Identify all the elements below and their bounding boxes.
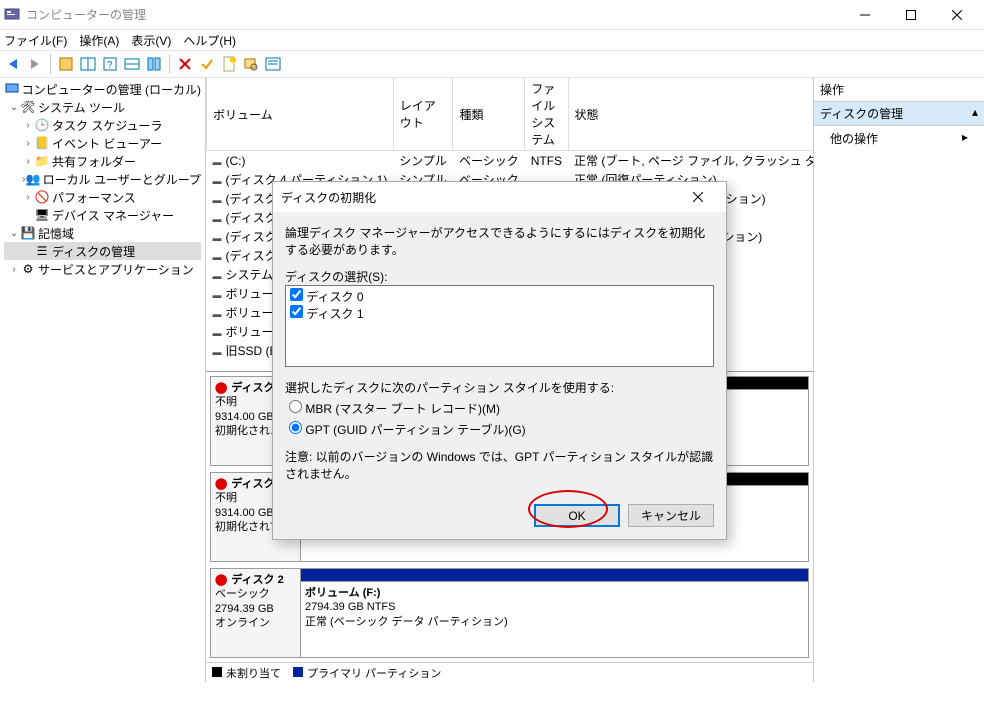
tools-icon: 🛠 [20,99,36,115]
maximize-button[interactable] [888,0,934,30]
menu-action[interactable]: 操作(A) [79,32,119,49]
tree-device[interactable]: デバイス マネージャー [52,207,174,224]
col-fs[interactable]: ファイル システム [525,78,568,151]
radio-gpt[interactable]: GPT (GUID パーティション テーブル)(G) [285,421,714,438]
menu-help[interactable]: ヘルプ(H) [183,32,236,49]
close-button[interactable] [934,0,980,30]
disk-row[interactable]: ⬤ ディスク 2ベーシック2794.39 GBオンラインボリューム (F:)27… [210,568,809,658]
view3-icon[interactable] [145,55,163,73]
actions-more[interactable]: 他の操作 ▸ [814,126,984,151]
actions-header: 操作 [814,78,984,102]
delete-icon[interactable] [176,55,194,73]
legend-primary: プライマリ パーティション [307,668,441,680]
storage-icon: 💾 [20,225,36,241]
col-volume[interactable]: ボリューム [207,78,394,151]
expand-icon[interactable]: › [8,264,20,275]
disk-icon: ☰ [34,243,50,259]
dialog-close-button[interactable] [678,183,718,211]
list-icon[interactable] [264,55,282,73]
check-icon[interactable] [198,55,216,73]
window-titlebar: コンピューターの管理 [0,0,984,30]
view2-icon[interactable] [123,55,141,73]
expand-icon[interactable]: › [22,156,34,167]
users-icon: 👥 [26,171,41,187]
tree-perf[interactable]: パフォーマンス [52,189,136,206]
services-icon: ⚙ [20,261,36,277]
dialog-titlebar[interactable]: ディスクの初期化 [273,182,726,212]
clock-icon: 🕒 [34,117,50,133]
collapse-icon[interactable]: ▴ [972,105,978,122]
expand-icon[interactable]: › [22,192,34,203]
col-status[interactable]: 状態 [568,78,813,151]
expand-icon[interactable]: ⌄ [8,102,20,113]
dialog-note: 注意: 以前のバージョンの Windows では、GPT パーティション スタイ… [285,448,714,482]
perf-icon: 🚫 [34,189,50,205]
partition-style-label: 選択したディスクに次のパーティション スタイルを使用する: [285,379,714,396]
nav-tree[interactable]: コンピューターの管理 (ローカル) ⌄ 🛠 システム ツール › 🕒 タスク ス… [0,78,206,682]
tree-shared[interactable]: 共有フォルダー [52,153,136,170]
properties-icon[interactable] [57,55,75,73]
new-icon[interactable] [220,55,238,73]
actions-group[interactable]: ディスクの管理 ▴ [814,102,984,126]
back-icon[interactable] [4,55,22,73]
event-icon: 📒 [34,135,50,151]
tree-systools[interactable]: システム ツール [38,99,125,116]
expand-icon[interactable]: ⌄ [8,228,20,239]
svg-text:?: ? [107,60,113,71]
volume-row[interactable]: (C:)シンプルベーシックNTFS正常 (ブート, ページ ファイル, クラッシ… [207,151,814,171]
computer-icon [4,81,20,97]
tree-services[interactable]: サービスとアプリケーション [38,261,194,278]
minimize-button[interactable] [842,0,888,30]
radio-mbr[interactable]: MBR (マスター ブート レコード)(M) [285,400,714,417]
refresh-icon[interactable]: ? [101,55,119,73]
actions-pane: 操作 ディスクの管理 ▴ 他の操作 ▸ [814,78,984,682]
tree-storage[interactable]: 記憶域 [38,225,74,242]
disk-checkbox-1[interactable]: ディスク 1 [288,305,711,322]
legend: 未割り当て プライマリ パーティション [206,662,813,682]
tree-diskmgmt[interactable]: ディスクの管理 [52,243,135,260]
col-type[interactable]: 種類 [453,78,525,151]
dialog-title: ディスクの初期化 [281,189,678,206]
disk-select-label: ディスクの選択(S): [285,268,714,285]
disk-select-list[interactable]: ディスク 0 ディスク 1 [285,285,714,367]
tree-event[interactable]: イベント ビューアー [52,135,162,152]
expand-icon[interactable]: › [22,138,34,149]
col-layout[interactable]: レイアウト [393,78,453,151]
app-icon [4,7,20,23]
chevron-right-icon: ▸ [962,130,968,147]
cancel-button[interactable]: キャンセル [628,504,714,527]
menubar: ファイル(F) 操作(A) 表示(V) ヘルプ(H) [0,30,984,50]
disk-checkbox-0[interactable]: ディスク 0 [288,288,711,305]
window-title: コンピューターの管理 [26,6,842,23]
expand-icon[interactable]: › [22,120,34,131]
dialog-message: 論理ディスク マネージャーがアクセスできるようにするにはディスクを初期化する必要… [285,224,714,258]
tree-task[interactable]: タスク スケジューラ [52,117,163,134]
device-icon: 🖥 [34,207,50,223]
find-icon[interactable] [242,55,260,73]
legend-unallocated: 未割り当て [226,668,281,680]
folder-icon: 📁 [34,153,50,169]
tree-users[interactable]: ローカル ユーザーとグループ [43,171,201,188]
ok-button[interactable]: OK [534,504,620,527]
menu-file[interactable]: ファイル(F) [4,32,67,49]
view-split-icon[interactable] [79,55,97,73]
initialize-disk-dialog: ディスクの初期化 論理ディスク マネージャーがアクセスできるようにするにはディス… [272,181,727,540]
menu-view[interactable]: 表示(V) [131,32,171,49]
tree-root[interactable]: コンピューターの管理 (ローカル) [22,81,201,98]
toolbar: ? [0,50,984,78]
forward-icon[interactable] [26,55,44,73]
